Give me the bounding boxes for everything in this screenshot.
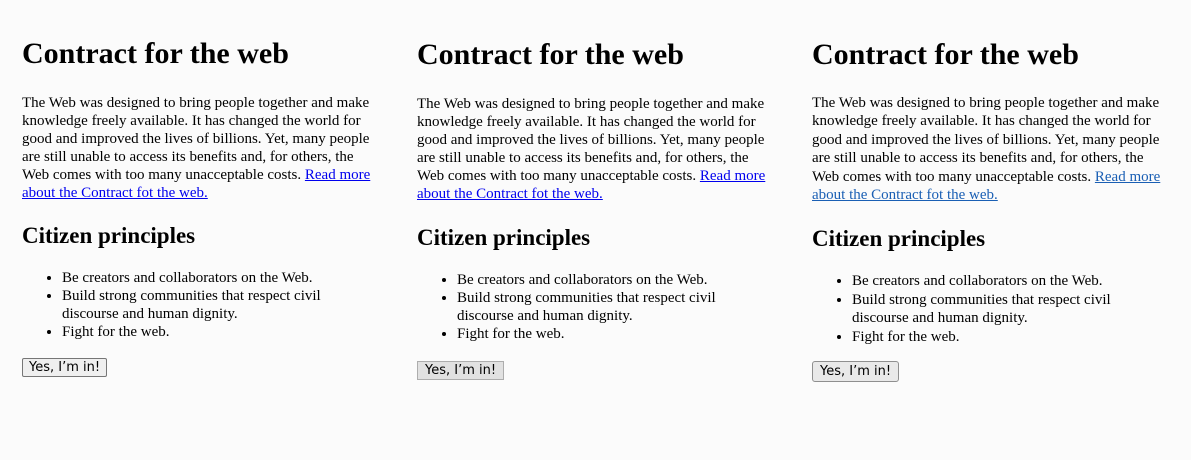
page-title: Contract for the web	[812, 38, 1079, 71]
list-item: Be creators and collaborators on the Web…	[62, 269, 362, 287]
principles-list: Be creators and collaborators on the Web…	[22, 269, 362, 341]
list-item: Build strong communities that respect ci…	[62, 287, 362, 323]
section-title: Citizen principles	[417, 225, 591, 250]
principles-list: Be creators and collaborators on the Web…	[417, 271, 757, 343]
page-title: Contract for the web	[22, 37, 289, 70]
join-button[interactable]: Yes, I’m in!	[812, 361, 900, 382]
page-title: Contract for the web	[417, 38, 684, 71]
list-item: Fight for the web.	[62, 323, 362, 341]
page: Contract for the web The Web was designe…	[0, 0, 1191, 460]
section-title: Citizen principles	[22, 223, 196, 248]
intro-paragraph: The Web was designed to bring people tog…	[22, 94, 377, 202]
section-title: Citizen principles	[812, 226, 986, 251]
intro-paragraph: The Web was designed to bring people tog…	[417, 95, 772, 203]
intro-paragraph: The Web was designed to bring people tog…	[812, 94, 1167, 204]
principles-list: Be creators and collaborators on the Web…	[812, 272, 1152, 346]
list-item: Build strong communities that respect ci…	[457, 289, 757, 325]
join-button[interactable]: Yes, I’m in!	[417, 361, 505, 380]
list-item: Fight for the web.	[457, 325, 757, 343]
list-item: Be creators and collaborators on the Web…	[457, 271, 757, 289]
list-item: Fight for the web.	[852, 328, 1152, 347]
list-item: Be creators and collaborators on the Web…	[852, 272, 1152, 291]
list-item: Build strong communities that respect ci…	[852, 291, 1152, 328]
join-button[interactable]: Yes, I’m in!	[22, 358, 108, 377]
